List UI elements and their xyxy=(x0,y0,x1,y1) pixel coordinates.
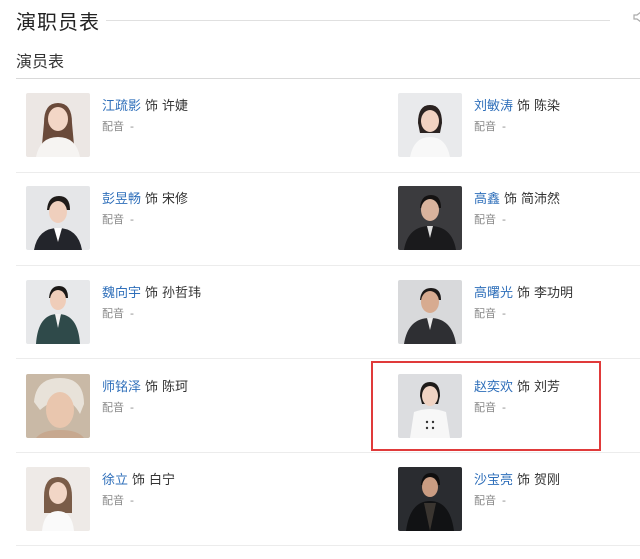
cast-item[interactable]: 徐立饰白宁 配音 - xyxy=(26,467,286,535)
cast-item[interactable]: 沙宝亮饰贺刚 配音 - xyxy=(398,467,640,535)
actor-photo[interactable] xyxy=(26,280,90,344)
actor-name-link[interactable]: 高鑫 xyxy=(474,192,500,207)
voice-line: 配音 - xyxy=(474,213,506,226)
role-name: 陈染 xyxy=(534,99,561,114)
actor-photo[interactable] xyxy=(398,280,462,344)
voice-line: 配音 - xyxy=(102,120,134,133)
role-line: 魏向宇饰孙哲玮 xyxy=(102,286,202,301)
voice-line: 配音 - xyxy=(474,307,506,320)
row-divider xyxy=(16,452,640,453)
actor-photo[interactable] xyxy=(398,467,462,531)
cast-item[interactable]: 江疏影饰许婕 配音 - xyxy=(26,93,286,161)
cast-item[interactable]: 高曙光饰李功明 配音 - xyxy=(398,280,640,348)
row-divider xyxy=(16,358,640,359)
highlight-box xyxy=(371,361,601,451)
role-line: 高鑫饰简沛然 xyxy=(474,192,561,207)
actor-name-link[interactable]: 师铭泽 xyxy=(102,380,141,395)
role-line: 师铭泽饰陈珂 xyxy=(102,380,189,395)
page-title: 演职员表 xyxy=(16,10,100,34)
role-name: 宋修 xyxy=(162,192,189,207)
section-title: 演员表 xyxy=(16,52,65,71)
role-name: 陈珂 xyxy=(162,380,189,395)
voice-line: 配音 - xyxy=(102,213,134,226)
role-name: 孙哲玮 xyxy=(162,286,202,301)
actor-photo[interactable] xyxy=(398,186,462,250)
role-name: 李功明 xyxy=(534,286,574,301)
actor-name-link[interactable]: 刘敏涛 xyxy=(474,99,513,114)
actor-photo[interactable] xyxy=(26,93,90,157)
role-line: 沙宝亮饰贺刚 xyxy=(474,473,561,488)
voice-line: 配音 - xyxy=(102,401,134,414)
actor-name-link[interactable]: 彭昱畅 xyxy=(102,192,141,207)
cast-item[interactable]: 师铭泽饰陈珂 配音 - xyxy=(26,374,286,442)
actor-name-link[interactable]: 高曙光 xyxy=(474,286,513,301)
role-line: 高曙光饰李功明 xyxy=(474,286,574,301)
actor-photo[interactable] xyxy=(398,93,462,157)
voice-line: 配音 - xyxy=(474,494,506,507)
row-divider xyxy=(16,545,640,546)
role-line: 刘敏涛饰陈染 xyxy=(474,99,561,114)
cast-item[interactable]: 高鑫饰简沛然 配音 - xyxy=(398,186,640,254)
page-header: 演职员表 xyxy=(0,0,640,40)
role-name: 简沛然 xyxy=(521,192,561,207)
speaker-icon[interactable] xyxy=(632,10,640,24)
role-name: 白宁 xyxy=(149,473,176,488)
voice-line: 配音 - xyxy=(102,307,134,320)
title-divider xyxy=(106,20,610,21)
cast-item[interactable]: 刘敏涛饰陈染 配音 - xyxy=(398,93,640,161)
actor-name-link[interactable]: 沙宝亮 xyxy=(474,473,513,488)
voice-line: 配音 - xyxy=(102,494,134,507)
actor-name-link[interactable]: 江疏影 xyxy=(102,99,141,114)
cast-item[interactable]: 彭昱畅饰宋修 配音 - xyxy=(26,186,286,254)
section-divider xyxy=(16,78,640,79)
role-line: 江疏影饰许婕 xyxy=(102,99,189,114)
role-name: 贺刚 xyxy=(534,473,561,488)
row-divider xyxy=(16,172,640,173)
actor-photo[interactable] xyxy=(26,186,90,250)
cast-item[interactable]: 魏向宇饰孙哲玮 配音 - xyxy=(26,280,286,348)
voice-line: 配音 - xyxy=(474,120,506,133)
role-line: 彭昱畅饰宋修 xyxy=(102,192,189,207)
role-line: 徐立饰白宁 xyxy=(102,473,176,488)
actor-name-link[interactable]: 魏向宇 xyxy=(102,286,141,301)
actor-photo[interactable] xyxy=(26,374,90,438)
actor-name-link[interactable]: 徐立 xyxy=(102,473,128,488)
role-name: 许婕 xyxy=(162,99,189,114)
actor-photo[interactable] xyxy=(26,467,90,531)
row-divider xyxy=(16,265,640,266)
